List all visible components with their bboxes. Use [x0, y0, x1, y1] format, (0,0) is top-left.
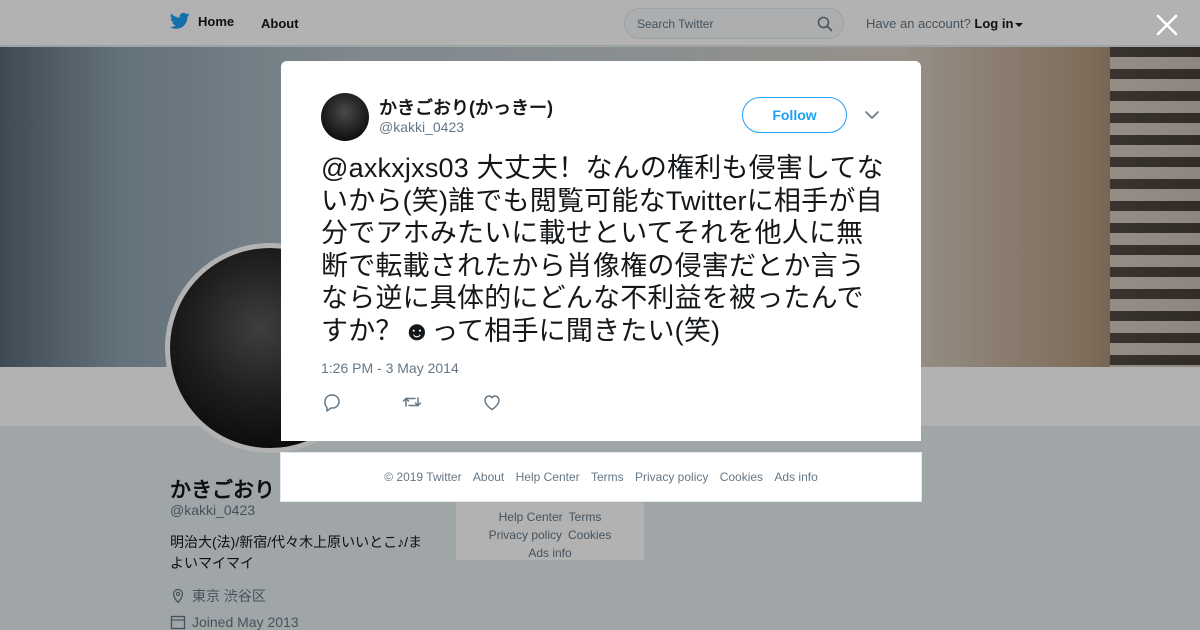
footer-link-cookies[interactable]: Cookies — [720, 470, 763, 484]
modal-footer: © 2019 Twitter About Help Center Terms P… — [280, 452, 922, 502]
footer-link-privacy[interactable]: Privacy policy — [635, 470, 708, 484]
chevron-down-icon[interactable] — [864, 107, 880, 123]
footer-link-ads[interactable]: Ads info — [774, 470, 817, 484]
retweet-icon[interactable] — [401, 391, 423, 413]
footer-link-about[interactable]: About — [473, 470, 504, 484]
footer-link-terms[interactable]: Terms — [591, 470, 624, 484]
tweet-modal: かきごおり(かっきー) @kakki_0423 Follow @axkxjxs0… — [281, 61, 921, 441]
author-avatar[interactable] — [321, 93, 369, 141]
footer-copyright: © 2019 Twitter — [384, 470, 462, 484]
like-icon[interactable] — [481, 391, 503, 413]
follow-button[interactable]: Follow — [742, 97, 847, 133]
author-name[interactable]: かきごおり(かっきー) — [379, 94, 553, 120]
reply-icon[interactable] — [321, 391, 343, 413]
author-handle[interactable]: @kakki_0423 — [379, 119, 464, 135]
footer-link-help[interactable]: Help Center — [516, 470, 580, 484]
tweet-text: @axkxjxs03 大丈夫！なんの権利も侵害してないから(笑)誰でも閲覧可能な… — [321, 153, 884, 346]
close-icon[interactable] — [1154, 12, 1180, 38]
tweet-timestamp[interactable]: 1:26 PM - 3 May 2014 — [321, 360, 459, 376]
